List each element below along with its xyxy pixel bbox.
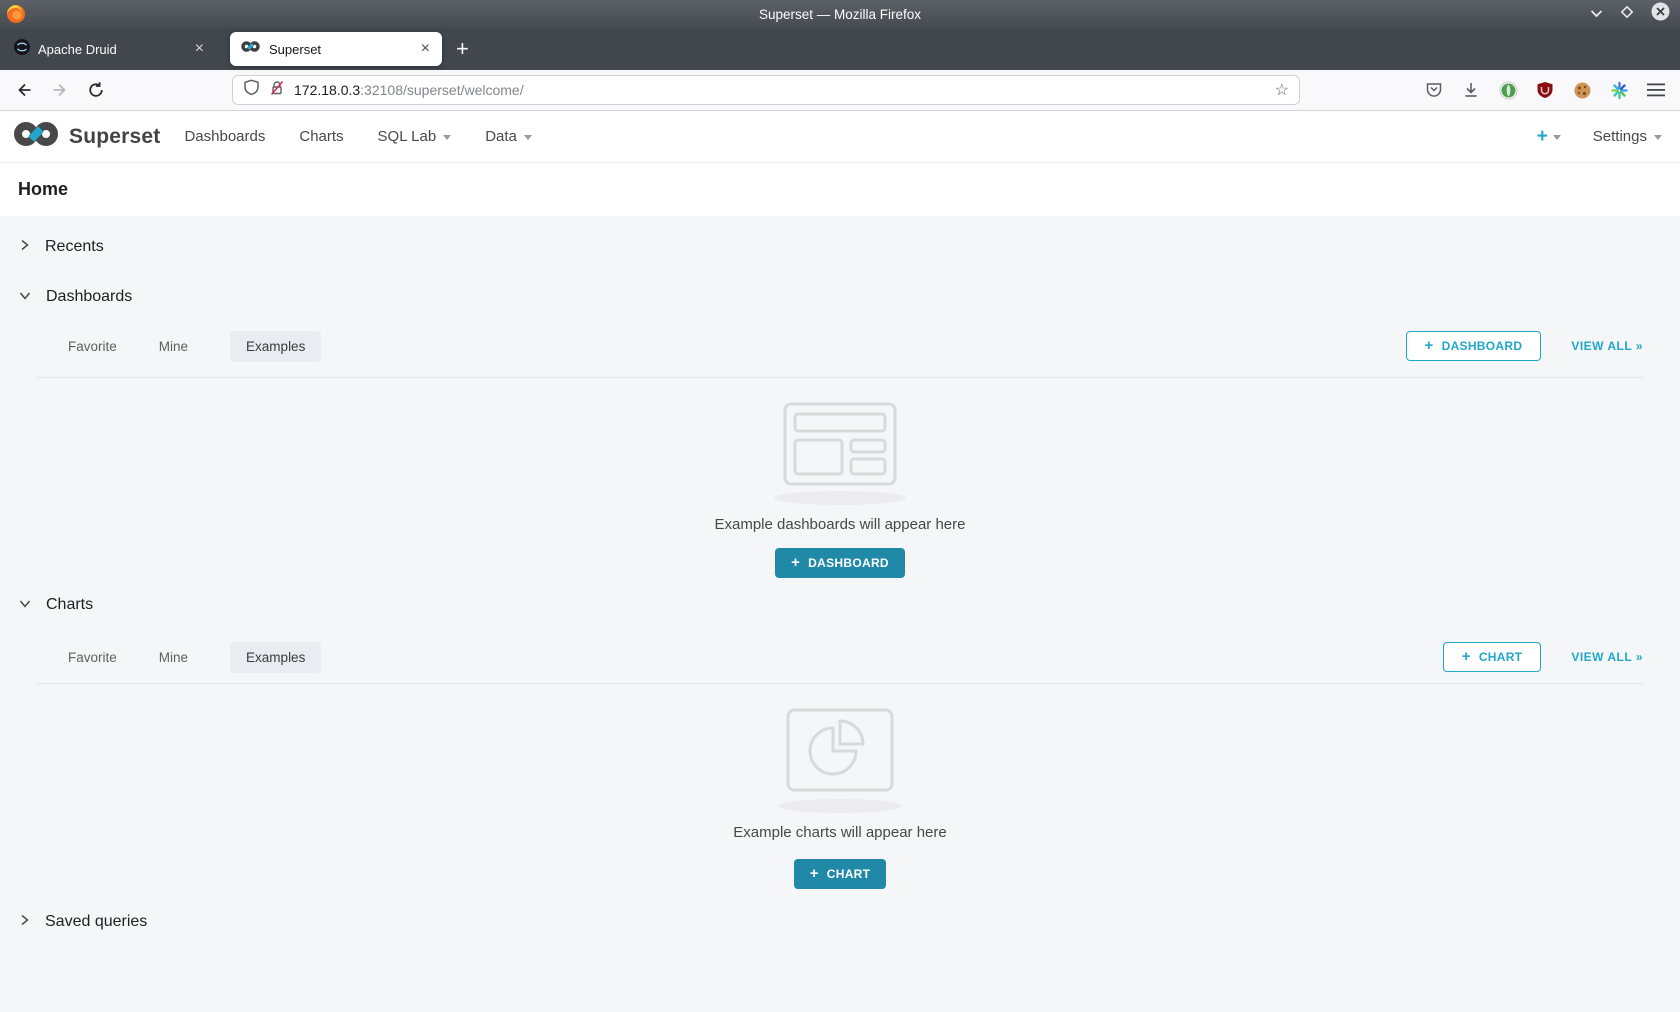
url-host: 172.18.0.3 (294, 82, 360, 98)
section-charts[interactable]: Charts (0, 594, 1680, 616)
minimize-icon[interactable] (1590, 5, 1603, 23)
chevron-right-icon (19, 913, 30, 931)
chevron-down-icon (19, 288, 31, 306)
tab-title: Apache Druid (38, 42, 193, 57)
superset-favicon (240, 40, 261, 58)
pocket-icon[interactable] (1422, 78, 1446, 102)
page-title: Home (0, 163, 1680, 216)
dashboards-empty-state: Example dashboards will appear here + DA… (0, 378, 1680, 578)
tab-mine[interactable]: Mine (159, 642, 188, 673)
section-label: Recents (45, 238, 104, 256)
insecure-lock-icon[interactable] (269, 80, 285, 101)
reload-icon[interactable] (84, 78, 108, 102)
superset-navbar: Superset Dashboards Charts SQL Lab Data … (0, 111, 1680, 163)
tab-superset[interactable]: Superset × (230, 32, 442, 66)
superset-logo-icon (12, 120, 60, 153)
tab-close-icon[interactable]: × (419, 41, 432, 57)
new-tab-icon[interactable]: + (456, 36, 469, 62)
empty-text: Example dashboards will appear here (715, 516, 966, 533)
plus-icon: + (1537, 126, 1548, 148)
section-saved-queries[interactable]: Saved queries (0, 911, 1680, 933)
charts-empty-state: Example charts will appear here + CHART (0, 684, 1680, 889)
plus-icon: + (791, 554, 800, 571)
download-icon[interactable] (1459, 78, 1483, 102)
view-all-charts-link[interactable]: VIEW ALL » (1571, 650, 1643, 664)
menu-icon[interactable] (1644, 78, 1668, 102)
caret-down-icon (1553, 135, 1561, 140)
close-window-icon[interactable] (1651, 2, 1670, 26)
browser-toolbar: 172.18.0.3:32108/superset/welcome/ ☆ (0, 70, 1680, 111)
new-chart-button[interactable]: + CHART (1443, 642, 1542, 672)
caret-down-icon (1654, 135, 1662, 140)
caret-down-icon (524, 135, 532, 140)
nav-label: Dashboards (184, 128, 265, 145)
dashboard-empty-image (770, 402, 910, 506)
tracking-shield-icon[interactable] (243, 79, 260, 101)
firefox-logo-icon (6, 4, 26, 29)
nav-label: SQL Lab (378, 128, 437, 145)
section-label: Charts (46, 596, 93, 614)
settings-label: Settings (1593, 128, 1647, 145)
chart-cta-button[interactable]: + CHART (794, 859, 887, 889)
dashboard-cta-button[interactable]: + DASHBOARD (775, 548, 905, 578)
plus-icon: + (1462, 648, 1471, 665)
tab-examples[interactable]: Examples (230, 331, 321, 362)
button-label: DASHBOARD (1442, 339, 1523, 353)
url-bar[interactable]: 172.18.0.3:32108/superset/welcome/ ☆ (232, 75, 1300, 105)
chevron-down-icon (19, 596, 31, 614)
window-titlebar: Superset — Mozilla Firefox (0, 0, 1680, 28)
plus-icon: + (810, 865, 819, 882)
new-dashboard-button[interactable]: + DASHBOARD (1406, 331, 1542, 361)
tab-title: Superset (269, 42, 419, 57)
nav-sql-lab[interactable]: SQL Lab (378, 128, 452, 145)
extension-colorful-icon[interactable] (1607, 78, 1631, 102)
tab-favorite[interactable]: Favorite (68, 642, 117, 673)
nav-charts[interactable]: Charts (299, 128, 343, 145)
settings-menu[interactable]: Settings (1593, 128, 1662, 145)
button-label: CHART (827, 867, 871, 881)
section-label: Dashboards (46, 288, 132, 306)
view-all-dashboards-link[interactable]: VIEW ALL » (1571, 339, 1643, 353)
nav-dashboards[interactable]: Dashboards (184, 128, 265, 145)
bookmark-star-icon[interactable]: ☆ (1275, 80, 1289, 100)
chart-empty-image (770, 708, 910, 814)
new-item-menu[interactable]: + (1537, 126, 1561, 148)
window-title: Superset — Mozilla Firefox (0, 7, 1680, 22)
nav-data[interactable]: Data (485, 128, 532, 145)
url-path: :32108/superset/welcome/ (360, 82, 523, 98)
druid-favicon (14, 39, 30, 60)
section-label: Saved queries (45, 913, 147, 931)
superset-logo[interactable]: Superset (12, 120, 160, 153)
dashboards-subheader: Favorite Mine Examples + DASHBOARD VIEW … (37, 330, 1643, 362)
section-recents[interactable]: Recents (0, 236, 1680, 258)
tab-apache-druid[interactable]: Apache Druid × (4, 32, 216, 66)
forward-icon[interactable] (48, 78, 72, 102)
nav-label: Data (485, 128, 517, 145)
welcome-content: Recents Dashboards Favorite Mine Example… (0, 236, 1680, 1012)
tab-mine[interactable]: Mine (159, 331, 188, 362)
url-text: 172.18.0.3:32108/superset/welcome/ (294, 82, 1275, 98)
maximize-icon[interactable] (1620, 5, 1634, 24)
nav-label: Charts (299, 128, 343, 145)
back-icon[interactable] (12, 78, 36, 102)
button-label: DASHBOARD (808, 556, 889, 570)
charts-subheader: Favorite Mine Examples + CHART VIEW ALL … (37, 641, 1643, 673)
tab-favorite[interactable]: Favorite (68, 331, 117, 362)
brand-name: Superset (69, 125, 160, 149)
tab-bar: Apache Druid × Superset × + (0, 28, 1680, 70)
chevron-right-icon (19, 238, 30, 256)
tab-close-icon[interactable]: × (193, 41, 206, 57)
extension-green-icon[interactable] (1496, 78, 1520, 102)
ublock-icon[interactable] (1533, 78, 1557, 102)
caret-down-icon (443, 135, 451, 140)
section-dashboards[interactable]: Dashboards (0, 286, 1680, 308)
button-label: CHART (1479, 650, 1523, 664)
cookie-icon[interactable] (1570, 78, 1594, 102)
plus-icon: + (1425, 337, 1434, 354)
empty-text: Example charts will appear here (733, 824, 946, 841)
tab-examples[interactable]: Examples (230, 642, 321, 673)
